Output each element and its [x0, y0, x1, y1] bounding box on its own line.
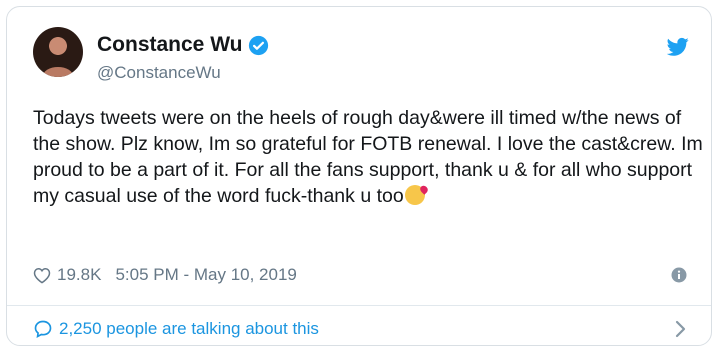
- author-handle[interactable]: @ConstanceWu: [97, 63, 221, 83]
- chevron-right-icon[interactable]: [675, 320, 687, 338]
- tweet-timestamp[interactable]: 5:05 PM - May 10, 2019: [115, 265, 296, 285]
- twitter-bird-icon[interactable]: [667, 37, 689, 57]
- face-blowing-a-kiss-icon: [404, 185, 425, 205]
- author-display-name[interactable]: Constance Wu: [97, 33, 242, 57]
- tweet-card[interactable]: Constance Wu @ConstanceWu Todays tweets …: [6, 6, 712, 346]
- speech-bubble-icon: [34, 320, 52, 339]
- like-count[interactable]: 19.8K: [57, 265, 101, 285]
- tweet-text: Todays tweets were on the heels of rough…: [33, 105, 703, 209]
- tweet-meta-row: 19.8K 5:05 PM - May 10, 2019: [33, 265, 687, 285]
- info-icon[interactable]: [671, 267, 687, 283]
- verified-badge-icon: [249, 35, 269, 55]
- tweet-body: Todays tweets were on the heels of rough…: [33, 107, 703, 207]
- avatar-shoulders: [43, 67, 73, 77]
- conversation-count-text[interactable]: 2,250 people are talking about this: [59, 319, 319, 339]
- author-name-row[interactable]: Constance Wu: [97, 33, 269, 57]
- divider: [7, 305, 711, 306]
- avatar[interactable]: [33, 27, 83, 77]
- conversation-link[interactable]: 2,250 people are talking about this: [33, 319, 687, 339]
- heart-icon[interactable]: [33, 267, 51, 284]
